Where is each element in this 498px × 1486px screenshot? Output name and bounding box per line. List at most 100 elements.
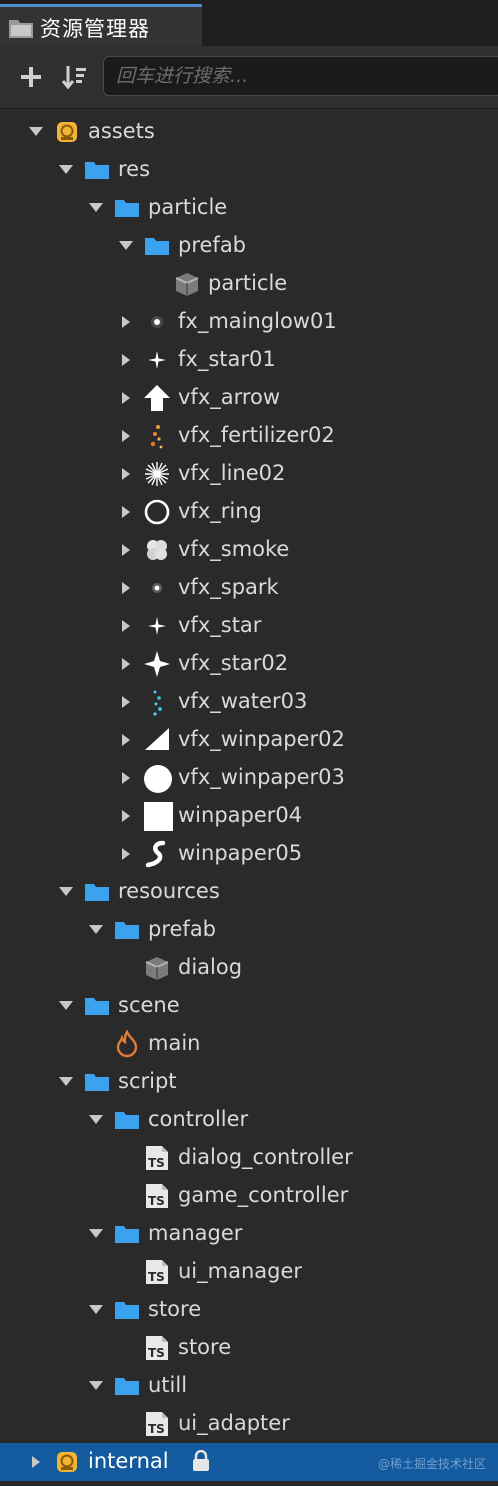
expand-arrow-down-icon[interactable]	[28, 113, 44, 151]
expand-arrow-right-icon[interactable]	[118, 417, 134, 455]
expand-arrow-down-icon[interactable]	[118, 227, 134, 265]
expand-arrow-right-icon[interactable]	[118, 303, 134, 341]
expand-arrow-right-icon[interactable]	[118, 645, 134, 683]
tree-row[interactable]: particle	[0, 189, 498, 227]
expand-arrow-down-icon[interactable]	[88, 1215, 104, 1253]
expand-arrow-right-icon[interactable]	[118, 759, 134, 797]
expand-arrow-right-icon[interactable]	[118, 379, 134, 417]
tree-row[interactable]: resources	[0, 873, 498, 911]
circle-icon	[143, 764, 172, 793]
tree-row[interactable]: store	[0, 1291, 498, 1329]
tree-row[interactable]: scene	[0, 987, 498, 1025]
tree-row[interactable]: TS dialog_controller	[0, 1139, 498, 1177]
expand-arrow-right-icon[interactable]	[28, 1443, 44, 1481]
tree-item-label: vfx_fertilizer02	[178, 423, 335, 447]
search-box	[103, 56, 498, 96]
expand-arrow-right-icon[interactable]	[118, 569, 134, 607]
tree-item-label: res	[118, 157, 151, 181]
sort-button[interactable]	[58, 60, 92, 94]
db-icon	[53, 118, 81, 146]
tree-row[interactable]: dialog	[0, 949, 498, 987]
tree-row[interactable]: manager	[0, 1215, 498, 1253]
tree-row[interactable]: vfx_fertilizer02	[0, 417, 498, 455]
tree-item-label: winpaper04	[178, 803, 303, 827]
star-small-icon	[143, 612, 171, 640]
tree-item-label: vfx_star02	[178, 651, 289, 675]
expand-arrow-down-icon[interactable]	[58, 987, 74, 1025]
expand-arrow-right-icon[interactable]	[118, 455, 134, 493]
expand-arrow-right-icon[interactable]	[118, 797, 134, 835]
tree-row[interactable]: vfx_spark	[0, 569, 498, 607]
folder-icon	[83, 992, 111, 1020]
tree-row[interactable]: vfx_star02	[0, 645, 498, 683]
add-button[interactable]	[16, 62, 46, 92]
expand-arrow-down-icon[interactable]	[88, 1367, 104, 1405]
expand-arrow-right-icon[interactable]	[118, 607, 134, 645]
water-icon	[143, 688, 171, 716]
folder-icon	[113, 1372, 141, 1400]
tab-bar: 资源管理器	[0, 0, 498, 46]
expand-arrow-right-icon[interactable]	[118, 493, 134, 531]
tree-row[interactable]: vfx_smoke	[0, 531, 498, 569]
tree-row[interactable]: vfx_water03	[0, 683, 498, 721]
tree-row[interactable]: controller	[0, 1101, 498, 1139]
tree-row[interactable]: main	[0, 1025, 498, 1063]
tree-row[interactable]: vfx_star	[0, 607, 498, 645]
expand-arrow-down-icon[interactable]	[88, 911, 104, 949]
ts-icon: TS	[143, 1334, 171, 1362]
tree-item-label: utill	[148, 1373, 188, 1397]
tree-row[interactable]: vfx_line02	[0, 455, 498, 493]
tree-item-label: fx_mainglow01	[178, 309, 337, 333]
tree-row[interactable]: res	[0, 151, 498, 189]
tree-row[interactable]: vfx_winpaper02	[0, 721, 498, 759]
expand-arrow-right-icon[interactable]	[118, 721, 134, 759]
tree-item-label: store	[148, 1297, 202, 1321]
expand-arrow-right-icon[interactable]	[118, 683, 134, 721]
fertilizer-icon	[143, 422, 171, 450]
expand-arrow-right-icon[interactable]	[118, 835, 134, 873]
tree-item-label: vfx_spark	[178, 575, 279, 599]
tree-row[interactable]: prefab	[0, 227, 498, 265]
tree-row[interactable]: fx_star01	[0, 341, 498, 379]
folder-icon	[83, 878, 111, 906]
tree-row[interactable]: winpaper04	[0, 797, 498, 835]
expand-arrow-down-icon[interactable]	[88, 189, 104, 227]
tree-row[interactable]: fx_mainglow01	[0, 303, 498, 341]
panel-title: 资源管理器	[40, 17, 150, 41]
expand-arrow-down-icon[interactable]	[88, 1291, 104, 1329]
tab-asset-manager[interactable]: 资源管理器	[0, 4, 202, 46]
expand-arrow-down-icon[interactable]	[88, 1101, 104, 1139]
tree-row[interactable]: TS ui_adapter	[0, 1405, 498, 1443]
tree-item-label: assets	[88, 119, 155, 143]
tree-row[interactable]: vfx_winpaper03	[0, 759, 498, 797]
folder-icon	[143, 232, 171, 260]
ts-icon: TS	[143, 1144, 171, 1172]
square-icon	[143, 802, 173, 831]
tree-row[interactable]: assets	[0, 113, 498, 151]
search-input[interactable]	[116, 57, 486, 95]
tree-item-label: fx_star01	[178, 347, 276, 371]
ts-icon: TS	[143, 1182, 171, 1210]
tree-row[interactable]: particle	[0, 265, 498, 303]
tree-item-label: prefab	[148, 917, 217, 941]
tree-row[interactable]: TS store	[0, 1329, 498, 1367]
scene-icon	[113, 1029, 141, 1058]
tree-row[interactable]: script	[0, 1063, 498, 1101]
expand-arrow-right-icon[interactable]	[118, 341, 134, 379]
tree-row[interactable]: TS game_controller	[0, 1177, 498, 1215]
folder-icon	[113, 1296, 141, 1324]
tree-row[interactable]: utill	[0, 1367, 498, 1405]
expand-arrow-down-icon[interactable]	[58, 1063, 74, 1101]
expand-arrow-down-icon[interactable]	[58, 873, 74, 911]
tree-row[interactable]: vfx_arrow	[0, 379, 498, 417]
tree-item-label: ui_adapter	[178, 1411, 290, 1435]
tree-row[interactable]: prefab	[0, 911, 498, 949]
tree-row[interactable]: TS ui_manager	[0, 1253, 498, 1291]
plus-icon	[21, 67, 41, 87]
tree-item-label: controller	[148, 1107, 249, 1131]
ts-icon: TS	[143, 1258, 171, 1286]
tree-row[interactable]: vfx_ring	[0, 493, 498, 531]
expand-arrow-right-icon[interactable]	[118, 531, 134, 569]
tree-row[interactable]: winpaper05	[0, 835, 498, 873]
expand-arrow-down-icon[interactable]	[58, 151, 74, 189]
